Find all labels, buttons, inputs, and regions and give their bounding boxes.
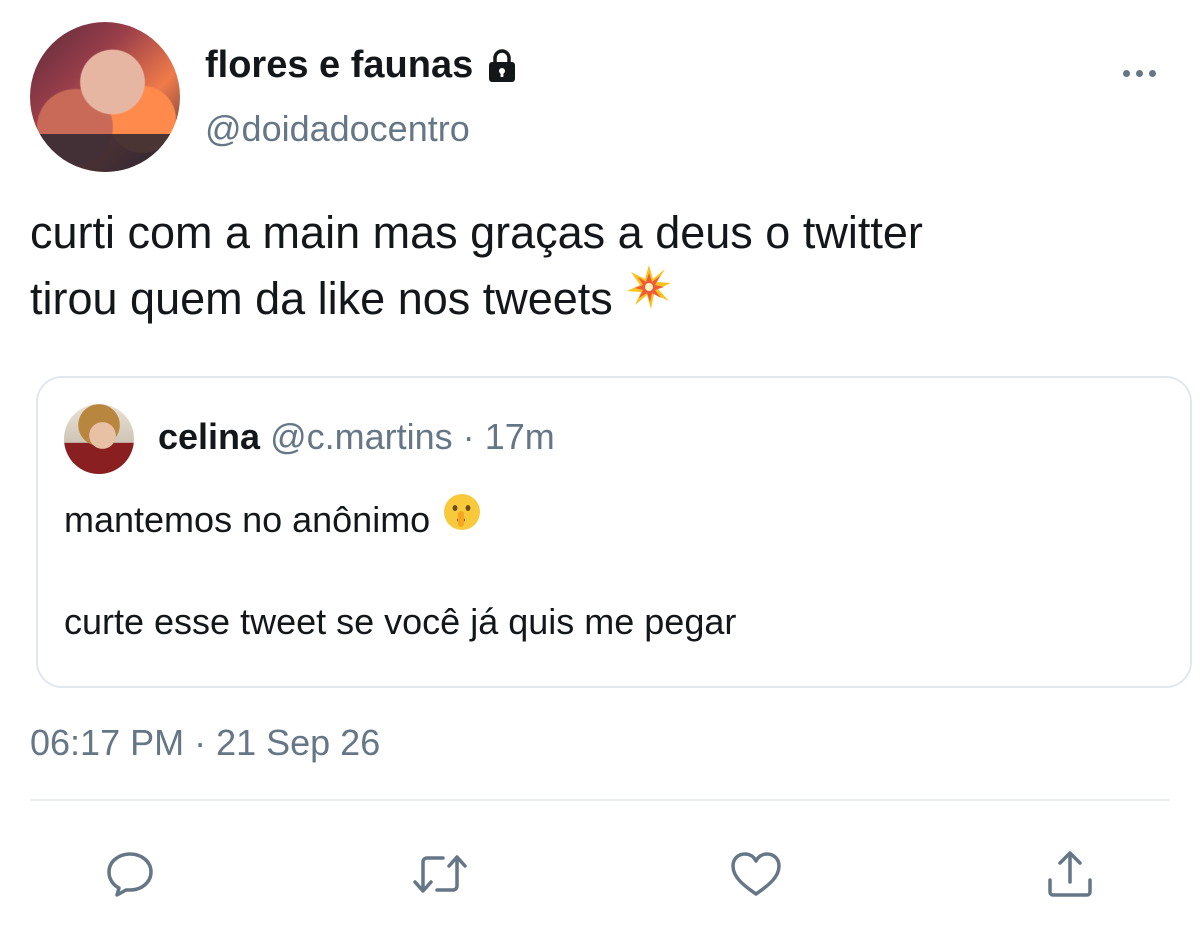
quoted-time: 17m: [484, 416, 555, 457]
quoted-line-1-text: mantemos no anônimo: [64, 499, 431, 540]
heart-icon: [729, 849, 783, 899]
quoted-tweet-body: mantemos no anônimo curte esse tweet se …: [64, 494, 737, 646]
quoted-author-avatar: [64, 404, 134, 474]
tweet-text: curti com a main mas graças a deus o twi…: [30, 200, 1160, 332]
shushing-face-emoji: [442, 492, 482, 544]
tweet-text-line-1: curti com a main mas graças a deus o twi…: [30, 207, 923, 258]
author-name-row[interactable]: flores e faunas: [205, 44, 521, 87]
more-dot: [1148, 69, 1156, 77]
more-dot: [1122, 69, 1130, 77]
reply-icon: [104, 848, 156, 900]
more-options-button[interactable]: [1118, 58, 1160, 88]
share-icon: [1044, 848, 1096, 900]
quoted-line-1: mantemos no anônimo: [64, 494, 736, 544]
quoted-tweet-header: celina @c.martins · 17m: [158, 416, 555, 458]
retweet-icon: [411, 848, 469, 900]
quoted-author-name: celina: [158, 416, 261, 457]
more-dot: [1135, 69, 1143, 77]
tweet-text-line-2: tirou quem da like nos tweets: [30, 263, 1160, 332]
tweet-text-line-2-text: tirou quem da like nos tweets: [30, 273, 613, 324]
lock-icon: [483, 47, 521, 85]
action-divider: [30, 799, 1170, 801]
quoted-line-2: curte esse tweet se você já quis me pega…: [64, 601, 737, 643]
quoted-author-handle: @c.martins: [270, 416, 453, 457]
like-button[interactable]: [728, 846, 784, 902]
author-display-name[interactable]: flores e faunas: [205, 44, 473, 87]
share-button[interactable]: [1042, 846, 1098, 902]
author-avatar[interactable]: [30, 22, 180, 172]
author-handle[interactable]: @doidadocentro: [205, 108, 470, 150]
collision-emoji: [625, 263, 673, 329]
retweet-button[interactable]: [412, 846, 468, 902]
quoted-separator: ·: [462, 416, 475, 457]
reply-button[interactable]: [102, 846, 158, 902]
quoted-tweet-card[interactable]: celina @c.martins · 17m mantemos no anôn…: [36, 376, 1192, 688]
quoted-line-gap: [64, 544, 736, 598]
tweet-page: flores e faunas @doidadocentro curti com…: [0, 0, 1200, 946]
tweet-timestamp[interactable]: 06:17 PM · 21 Sep 26: [30, 722, 380, 764]
